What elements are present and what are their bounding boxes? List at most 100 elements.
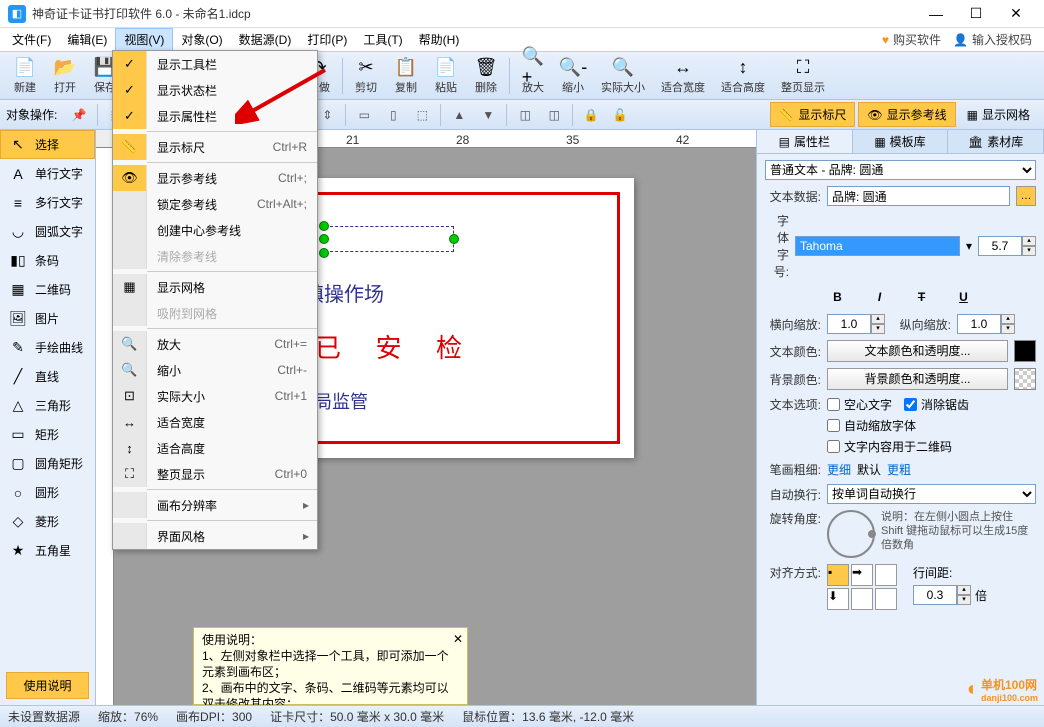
font-size-down[interactable]: ▾ <box>1022 246 1036 256</box>
tab-assets[interactable]: 🏛素材库 <box>948 130 1044 153</box>
text-data-input[interactable] <box>827 186 1010 206</box>
tab-properties[interactable]: ▤属性栏 <box>757 130 853 153</box>
menu-view[interactable]: 视图(V) <box>115 28 173 51</box>
minimize-button[interactable]: — <box>916 0 956 28</box>
toolbar-粘贴[interactable]: 📄粘贴 <box>427 54 465 98</box>
font-size-input[interactable] <box>978 236 1022 256</box>
toolbar-删除[interactable]: 🗑删除 <box>467 54 505 98</box>
tool-菱形[interactable]: ◇菱形 <box>0 507 95 536</box>
align-tc[interactable]: ➡ <box>851 564 873 586</box>
tool-圆形[interactable]: ○圆形 <box>0 478 95 507</box>
menuitem-缩小[interactable]: 🔍缩小Ctrl+- <box>113 357 317 383</box>
align-tl[interactable]: ▪ <box>827 564 849 586</box>
rotate-dial[interactable] <box>827 510 875 558</box>
italic-button[interactable]: I <box>869 286 891 308</box>
menu-help[interactable]: 帮助(H) <box>411 29 468 50</box>
vscale-input[interactable] <box>957 314 1001 334</box>
text-data-more-button[interactable]: … <box>1016 186 1036 206</box>
menuitem-适合宽度[interactable]: ↔适合宽度 <box>113 409 317 435</box>
strike-button[interactable]: T <box>911 286 933 308</box>
menuitem-适合高度[interactable]: ↕适合高度 <box>113 435 317 461</box>
menuitem-显示状态栏[interactable]: ✓显示状态栏 <box>113 77 317 103</box>
antialias-checkbox[interactable]: 消除锯齿 <box>904 396 969 413</box>
same-height-icon[interactable]: ▯ <box>380 103 406 127</box>
tool-三角形[interactable]: △三角形 <box>0 391 95 420</box>
toolbar-适合宽度[interactable]: ↔适合宽度 <box>654 54 712 98</box>
tool-图片[interactable]: 🖼图片 <box>0 304 95 333</box>
bold-button[interactable]: B <box>827 286 849 308</box>
group-icon[interactable]: ◫ <box>512 103 538 127</box>
toggle-guides[interactable]: 👁显示参考线 <box>858 102 955 127</box>
toggle-grid[interactable]: ▦显示网格 <box>959 103 1038 126</box>
menuitem-显示属性栏[interactable]: ✓显示属性栏 <box>113 103 317 129</box>
text-color-button[interactable]: 文本颜色和透明度... <box>827 340 1008 362</box>
tool-矩形[interactable]: ▭矩形 <box>0 420 95 449</box>
toolbar-剪切[interactable]: ✂剪切 <box>347 54 385 98</box>
info-close-button[interactable]: ✕ <box>453 631 463 647</box>
linespace-input[interactable] <box>913 585 957 605</box>
menuitem-实际大小[interactable]: ⊡实际大小Ctrl+1 <box>113 383 317 409</box>
font-size-up[interactable]: ▴ <box>1022 236 1036 246</box>
wrap-combo[interactable]: 按单词自动换行 <box>827 484 1036 504</box>
maximize-button[interactable]: ☐ <box>956 0 996 28</box>
tool-单行文字[interactable]: A单行文字 <box>0 159 95 188</box>
same-size-icon[interactable]: ⬚ <box>409 103 435 127</box>
align-mc[interactable] <box>851 588 873 610</box>
toolbar-缩小[interactable]: 🔍-缩小 <box>554 54 592 98</box>
qr-content-checkbox[interactable]: 文字内容用于二维码 <box>827 438 1036 455</box>
ungroup-icon[interactable]: ◫ <box>541 103 567 127</box>
menuitem-显示网格[interactable]: ▦显示网格 <box>113 274 317 300</box>
hollow-text-checkbox[interactable]: 空心文字 <box>827 396 892 413</box>
text-type-combo[interactable]: 普通文本 - 品牌: 圆通 <box>765 160 1036 180</box>
menu-object[interactable]: 对象(O) <box>173 29 230 50</box>
menu-tools[interactable]: 工具(T) <box>355 29 410 50</box>
lock-icon[interactable]: 🔒 <box>578 103 604 127</box>
font-name-combo[interactable] <box>795 236 960 256</box>
tab-templates[interactable]: ▦模板库 <box>853 130 949 153</box>
buy-software-link[interactable]: ♥购买软件 <box>882 31 941 48</box>
menuitem-创建中心参考线[interactable]: 创建中心参考线 <box>113 217 317 243</box>
toggle-ruler[interactable]: 📏显示标尺 <box>770 102 855 127</box>
stroke-bolder[interactable]: 更粗 <box>887 461 911 478</box>
unlock-icon[interactable]: 🔓 <box>607 103 633 127</box>
menu-datasource[interactable]: 数据源(D) <box>231 29 300 50</box>
align-tr[interactable] <box>875 564 897 586</box>
help-button[interactable]: 使用说明 <box>6 672 89 699</box>
toolbar-实际大小[interactable]: 🔍实际大小 <box>594 54 652 98</box>
menuitem-整页显示[interactable]: ⛶整页显示Ctrl+0 <box>113 461 317 487</box>
tool-选择[interactable]: ↖选择 <box>0 130 95 159</box>
menuitem-显示参考线[interactable]: 👁显示参考线Ctrl+; <box>113 165 317 191</box>
toolbar-适合高度[interactable]: ↕适合高度 <box>714 54 772 98</box>
tool-pin-icon[interactable]: 📌 <box>66 103 92 127</box>
menuitem-锁定参考线[interactable]: 锁定参考线Ctrl+Alt+; <box>113 191 317 217</box>
toolbar-复制[interactable]: 📋复制 <box>387 54 425 98</box>
menuitem-显示标尺[interactable]: 📏显示标尺Ctrl+R <box>113 134 317 160</box>
distribute-v-icon[interactable]: ⇕ <box>314 103 340 127</box>
tool-圆角矩形[interactable]: ▢圆角矩形 <box>0 449 95 478</box>
tool-圆弧文字[interactable]: ◡圆弧文字 <box>0 217 95 246</box>
stroke-thinner[interactable]: 更细 <box>827 461 851 478</box>
close-button[interactable]: ✕ <box>996 0 1036 28</box>
bg-color-button[interactable]: 背景颜色和透明度... <box>827 368 1008 390</box>
text-color-swatch[interactable] <box>1014 340 1036 362</box>
toolbar-新建[interactable]: 📄新建 <box>6 54 44 98</box>
toolbar-打开[interactable]: 📂打开 <box>46 54 84 98</box>
toolbar-放大[interactable]: 🔍+放大 <box>514 54 552 98</box>
menuitem-界面风格[interactable]: 界面风格▸ <box>113 523 317 549</box>
menu-file[interactable]: 文件(F) <box>4 29 59 50</box>
menuitem-画布分辨率[interactable]: 画布分辨率▸ <box>113 492 317 518</box>
tool-手绘曲线[interactable]: ✎手绘曲线 <box>0 333 95 362</box>
tool-直线[interactable]: ╱直线 <box>0 362 95 391</box>
tool-多行文字[interactable]: ≡多行文字 <box>0 188 95 217</box>
toolbar-整页显示[interactable]: ⛶整页显示 <box>774 54 832 98</box>
tool-条码[interactable]: ▮▯条码 <box>0 246 95 275</box>
hscale-input[interactable] <box>827 314 871 334</box>
menuitem-放大[interactable]: 🔍放大Ctrl+= <box>113 331 317 357</box>
tool-五角星[interactable]: ★五角星 <box>0 536 95 565</box>
tool-二维码[interactable]: ▦二维码 <box>0 275 95 304</box>
bring-front-icon[interactable]: ▲ <box>446 103 472 127</box>
same-width-icon[interactable]: ▭ <box>351 103 377 127</box>
align-mr[interactable] <box>875 588 897 610</box>
menu-print[interactable]: 打印(P) <box>299 29 355 50</box>
enter-license-link[interactable]: 👤输入授权码 <box>953 31 1032 48</box>
